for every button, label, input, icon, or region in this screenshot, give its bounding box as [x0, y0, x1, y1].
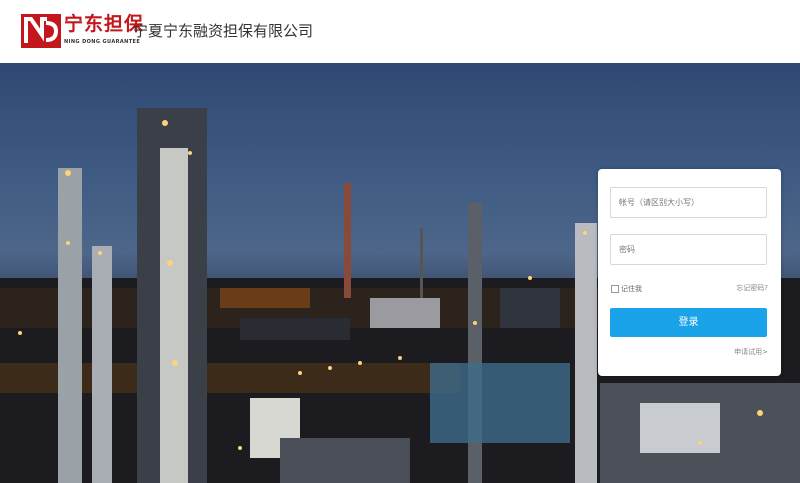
banner-image: 记住我 忘记密码? 登录 申请试用> — [0, 63, 800, 483]
remember-label: 记住我 — [621, 285, 642, 293]
apply-trial-link[interactable]: 申请试用> — [734, 347, 768, 357]
brand-english: NING DONG GUARANTEE — [64, 39, 141, 45]
company-name: 宁夏宁东融资担保有限公司 — [133, 22, 314, 40]
header: 宁东担保 NING DONG GUARANTEE 宁夏宁东融资担保有限公司 — [0, 0, 800, 63]
remember-checkbox[interactable] — [611, 285, 619, 293]
remember-me[interactable]: 记住我 — [611, 284, 642, 294]
login-panel: 记住我 忘记密码? 登录 申请试用> — [598, 169, 781, 376]
login-button[interactable]: 登录 — [610, 308, 767, 337]
forgot-password-link[interactable]: 忘记密码? — [736, 283, 768, 293]
logo-icon — [21, 14, 61, 48]
brand-name: 宁东担保 — [64, 13, 145, 35]
username-input[interactable] — [610, 187, 767, 218]
password-input[interactable] — [610, 234, 767, 265]
